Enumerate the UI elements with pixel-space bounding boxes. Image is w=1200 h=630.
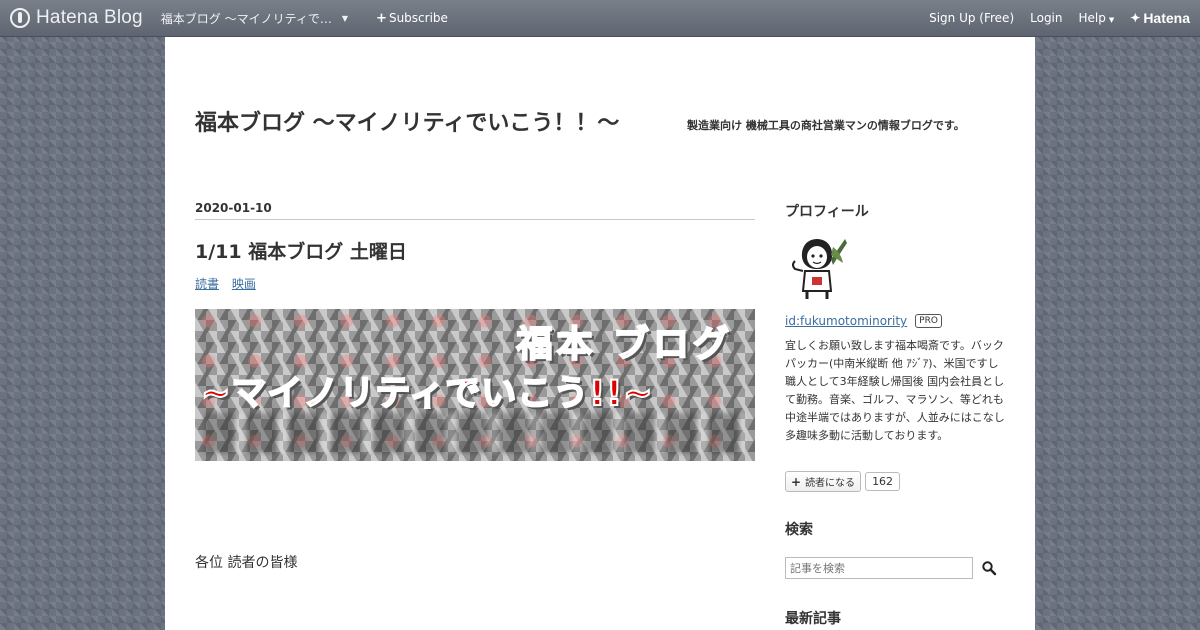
header-right-nav: Sign Up (Free) Login Help ▼ ✦ Hatena xyxy=(913,10,1200,26)
caret-down-icon: ▼ xyxy=(341,13,349,23)
entry-date[interactable]: 2020-01-10 xyxy=(195,201,755,220)
blog-switcher[interactable]: 福本ブログ ～マイノリティで… ▼ xyxy=(161,10,348,27)
reader-count-badge[interactable]: 162 xyxy=(865,472,901,491)
logo-text: Hatena Blog xyxy=(36,7,143,28)
recent-entries-heading: 最新記事 xyxy=(785,611,841,627)
caret-down-icon: ▼ xyxy=(1108,16,1115,24)
plus-icon: + xyxy=(791,474,802,489)
hatena-bird-icon: ✦ xyxy=(1130,11,1141,25)
hatena-brand-label: Hatena xyxy=(1143,10,1190,26)
profile-avatar[interactable] xyxy=(787,235,849,301)
category-link-reading[interactable]: 読書 xyxy=(195,277,219,291)
become-reader-label: 読者になる xyxy=(805,478,856,489)
help-menu[interactable]: Help ▼ xyxy=(1079,11,1115,25)
profile-heading: プロフィール xyxy=(785,204,869,220)
banner-shadow-text xyxy=(205,413,745,453)
become-reader-button[interactable]: + 読者になる xyxy=(785,471,862,492)
hatena-blog-icon xyxy=(10,8,30,28)
entry-categories: 読書 映画 xyxy=(195,275,265,292)
plus-icon: + xyxy=(376,10,387,26)
banner-subtitle-text: ~マイノリティでいこう!!~ xyxy=(200,373,654,415)
login-link[interactable]: Login xyxy=(1030,11,1062,25)
search-input[interactable] xyxy=(785,557,973,579)
search-heading: 検索 xyxy=(785,522,813,538)
help-label: Help xyxy=(1078,11,1106,25)
profile-id-row: id:fukumotominority PRO xyxy=(785,314,942,328)
blog-description: 製造業向け 機械工具の商社営業マンの情報ブログです。 xyxy=(687,119,965,132)
entry-body-greeting: 各位 読者の皆様 xyxy=(195,555,298,571)
hatena-blog-logo[interactable]: Hatena Blog xyxy=(10,7,143,29)
global-header: Hatena Blog 福本ブログ ～マイノリティで… ▼ + Subscrib… xyxy=(0,0,1200,37)
blog-container: 福本ブログ ～マイノリティでいこう！！～ 製造業向け 機械工具の商社営業マンの情… xyxy=(165,37,1035,630)
subscribe-button[interactable]: + Subscribe xyxy=(376,11,448,26)
blog-banner-image: 福本 ブログ ~マイノリティでいこう!!~ xyxy=(195,309,755,461)
subscribe-reader-row: + 読者になる 162 xyxy=(785,471,901,492)
search-icon[interactable] xyxy=(981,558,997,578)
profile-id-link[interactable]: id:fukumotominority xyxy=(785,314,907,328)
signup-link[interactable]: Sign Up (Free) xyxy=(929,11,1014,25)
blog-switcher-label: 福本ブログ ～マイノリティで… xyxy=(160,11,332,26)
entry-title[interactable]: 1/11 福本ブログ 土曜日 xyxy=(195,237,407,264)
profile-description: 宜しくお願い致します福本喝斎です。バックパッカー(中南米縦断 他 ｱｼﾞｱ)、米… xyxy=(785,339,1005,442)
blog-title[interactable]: 福本ブログ ～マイノリティでいこう！！～ xyxy=(195,105,619,137)
banner-title-text: 福本 ブログ xyxy=(515,323,733,366)
category-link-movie[interactable]: 映画 xyxy=(232,277,256,291)
subscribe-label: Subscribe xyxy=(388,11,448,25)
hatena-brand-link[interactable]: ✦ Hatena xyxy=(1130,10,1190,26)
pro-badge: PRO xyxy=(915,314,942,328)
